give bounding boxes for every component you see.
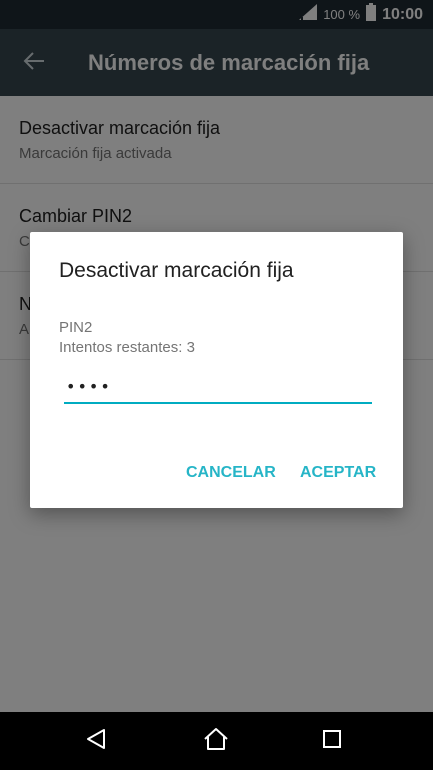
navigation-bar bbox=[0, 712, 433, 770]
dialog-title: Desactivar marcación fija bbox=[59, 259, 294, 282]
triangle-back-icon bbox=[85, 728, 107, 755]
accept-button[interactable]: ACEPTAR bbox=[300, 464, 376, 482]
pin2-label: PIN2 bbox=[59, 319, 93, 336]
nav-home-button[interactable] bbox=[202, 727, 230, 755]
pin2-input[interactable] bbox=[64, 370, 372, 404]
cancel-button[interactable]: CANCELAR bbox=[186, 464, 276, 482]
nav-back-button[interactable] bbox=[82, 727, 110, 755]
nav-recent-button[interactable] bbox=[318, 727, 346, 755]
disable-fdn-dialog: Desactivar marcación fija PIN2 Intentos … bbox=[30, 232, 403, 508]
square-recent-icon bbox=[322, 729, 342, 754]
attempts-remaining: Intentos restantes: 3 bbox=[59, 339, 195, 356]
home-icon bbox=[203, 727, 229, 756]
